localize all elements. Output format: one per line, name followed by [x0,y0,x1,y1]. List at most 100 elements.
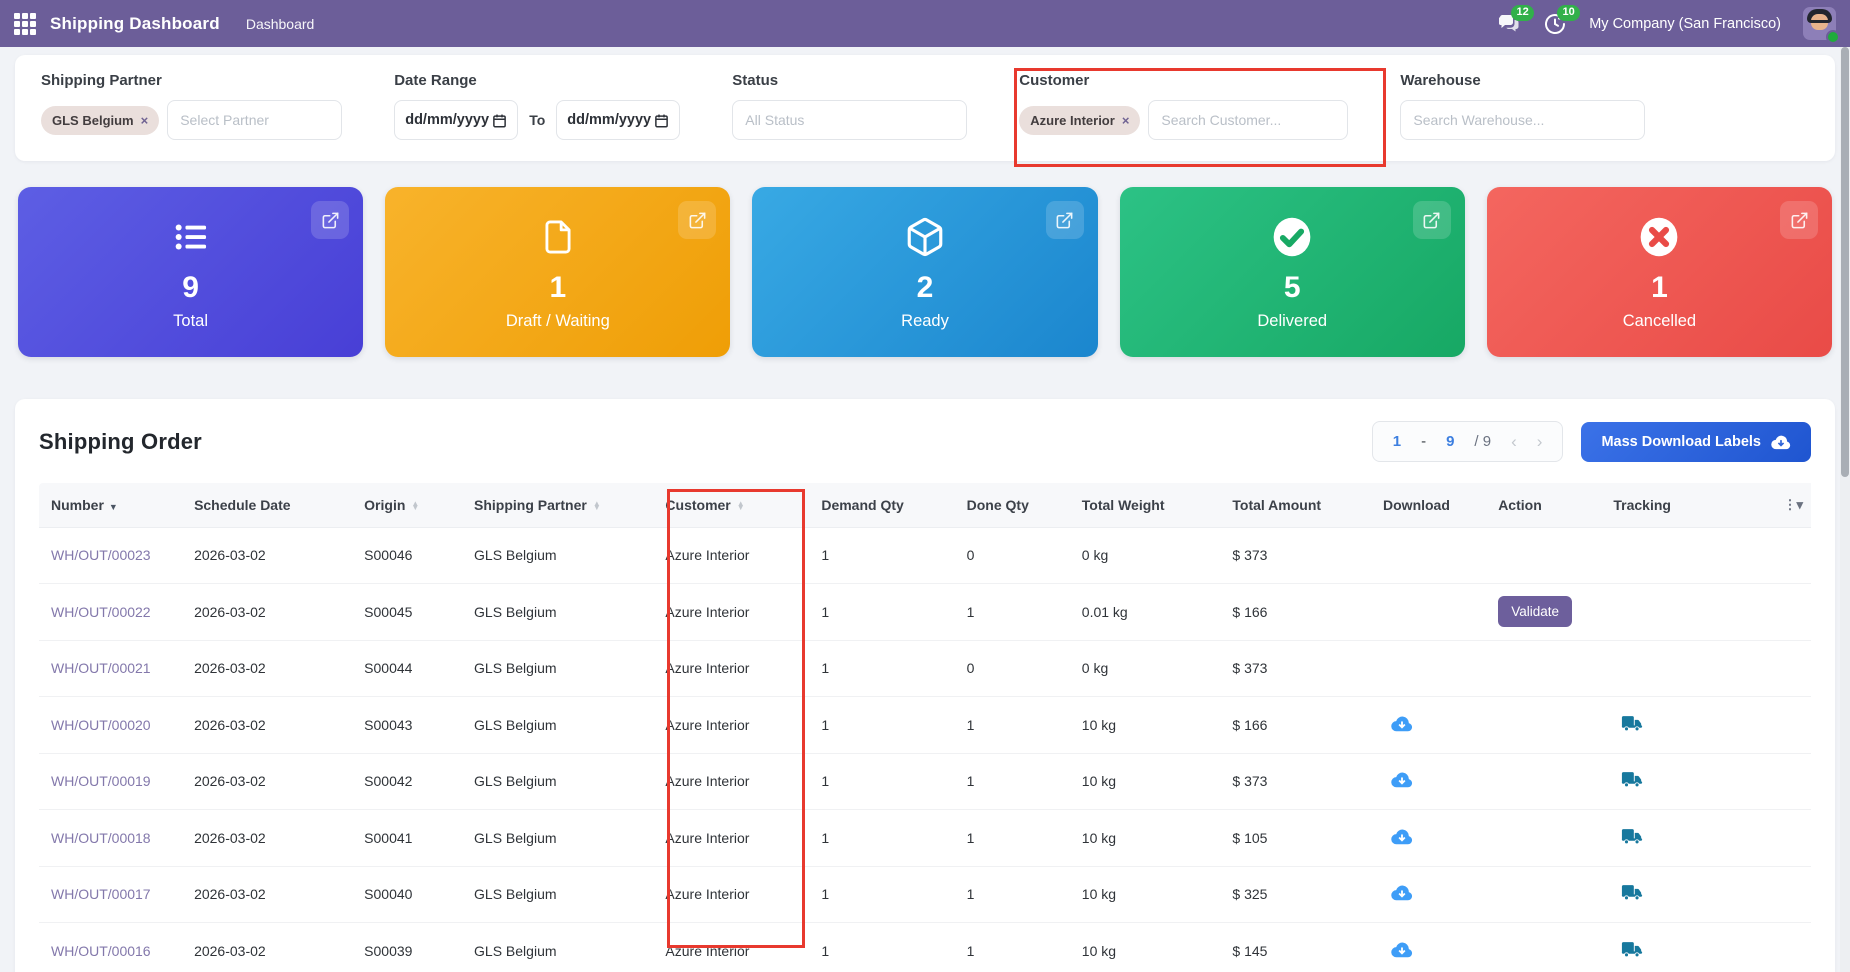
truck-icon[interactable] [1621,828,1643,848]
download-cell [1375,584,1490,641]
truck-icon[interactable] [1621,771,1643,791]
messages-icon[interactable]: 12 [1497,12,1521,36]
shipping-orders-section: Shipping Order 1 - 9 / 9 ‹ › Mass Downlo… [15,399,1835,972]
column-options-icon[interactable]: ⋮▾ [1726,483,1811,527]
prev-page-icon[interactable]: ‹ [1511,433,1517,450]
warehouse-label: Warehouse [1400,72,1645,89]
cloud-download-icon[interactable] [1391,715,1413,735]
demand-qty-cell: 1 [813,584,958,641]
order-number-link[interactable]: WH/OUT/00017 [51,886,151,902]
open-external-button[interactable] [1780,201,1818,239]
order-number-link[interactable]: WH/OUT/00016 [51,943,151,959]
stat-card-total[interactable]: 9 Total [18,187,363,357]
customer-input[interactable] [1148,100,1348,140]
stat-card-delivered[interactable]: 5 Delivered [1120,187,1465,357]
remove-tag-icon[interactable]: × [1122,113,1130,128]
date-from-input[interactable]: dd/mm/yyyy [394,100,518,140]
col-shipping-partner[interactable]: Shipping Partner▲▼ [466,483,657,527]
table-row: WH/OUT/00022 2026-03-02 S00045 GLS Belgi… [39,584,1811,641]
demand-qty-cell: 1 [813,866,958,923]
schedule-date-cell: 2026-03-02 [186,697,356,754]
avatar[interactable] [1803,7,1836,40]
company-switcher[interactable]: My Company (San Francisco) [1589,16,1781,32]
open-external-button[interactable] [1413,201,1451,239]
col-origin[interactable]: Origin▲▼ [356,483,466,527]
cloud-download-icon[interactable] [1391,941,1413,961]
order-number-link[interactable]: WH/OUT/00020 [51,717,151,733]
validate-button[interactable]: Validate [1498,596,1572,627]
cloud-download-icon[interactable] [1391,771,1413,791]
mass-download-labels-button[interactable]: Mass Download Labels [1581,422,1811,462]
order-number-link[interactable]: WH/OUT/00021 [51,660,151,676]
app-title[interactable]: Shipping Dashboard [50,14,220,34]
total-amount-cell: $ 373 [1224,527,1375,584]
external-link-icon [1422,211,1441,230]
remove-tag-icon[interactable]: × [141,113,149,128]
page-dash: - [1421,433,1426,450]
orders-table-body: WH/OUT/00023 2026-03-02 S00046 GLS Belgi… [39,527,1811,972]
truck-icon[interactable] [1621,941,1643,961]
shipping-partner-cell: GLS Belgium [466,697,657,754]
customer-tag[interactable]: Azure Interior × [1019,106,1140,135]
col-customer[interactable]: Customer▲▼ [657,483,813,527]
tag-label: Azure Interior [1030,113,1115,128]
open-external-button[interactable] [678,201,716,239]
total-amount-cell: $ 325 [1224,866,1375,923]
warehouse-input[interactable] [1400,100,1645,140]
external-link-icon [1790,211,1809,230]
tracking-cell [1605,584,1725,641]
apps-grid-icon[interactable] [14,13,36,35]
table-row: WH/OUT/00017 2026-03-02 S00040 GLS Belgi… [39,866,1811,923]
col-schedule-date: Schedule Date [186,483,356,527]
list-icon [169,218,213,256]
open-external-button[interactable] [311,201,349,239]
schedule-date-cell: 2026-03-02 [186,810,356,867]
total-amount-cell: $ 373 [1224,753,1375,810]
stat-value: 9 [18,271,363,305]
stat-card-draft-waiting[interactable]: 1 Draft / Waiting [385,187,730,357]
cloud-download-icon[interactable] [1391,884,1413,904]
done-qty-cell: 0 [959,527,1074,584]
total-weight-cell: 0 kg [1074,640,1225,697]
scrollbar-thumb[interactable] [1841,47,1849,477]
origin-cell: S00041 [356,810,466,867]
next-page-icon[interactable]: › [1537,433,1543,450]
sort-icon: ▲▼ [737,502,745,511]
order-number-link[interactable]: WH/OUT/00023 [51,547,151,563]
shipping-partner-cell: GLS Belgium [466,866,657,923]
truck-icon[interactable] [1621,715,1643,735]
origin-cell: S00044 [356,640,466,697]
schedule-date-cell: 2026-03-02 [186,527,356,584]
total-weight-cell: 10 kg [1074,923,1225,972]
menu-dashboard[interactable]: Dashboard [246,16,315,32]
tracking-cell [1605,753,1725,810]
date-to-input[interactable]: dd/mm/yyyy [556,100,680,140]
stat-card-ready[interactable]: 2 Ready [752,187,1097,357]
col-number[interactable]: Number▼ [39,483,186,527]
external-link-icon [1055,211,1074,230]
table-row: WH/OUT/00018 2026-03-02 S00041 GLS Belgi… [39,810,1811,867]
stat-card-cancelled[interactable]: 1 Cancelled [1487,187,1832,357]
table-row: WH/OUT/00016 2026-03-02 S00039 GLS Belgi… [39,923,1811,972]
stat-value: 1 [1487,271,1832,305]
page-end: 9 [1446,433,1454,450]
total-weight-cell: 10 kg [1074,753,1225,810]
date-to-label: To [526,112,548,128]
shipping-partner-tag[interactable]: GLS Belgium × [41,106,159,135]
status-input[interactable] [732,100,967,140]
top-navbar: Shipping Dashboard Dashboard 12 10 My Co… [0,0,1850,47]
page-scrollbar[interactable] [1840,47,1850,972]
done-qty-cell: 1 [959,810,1074,867]
customer-cell: Azure Interior [657,810,813,867]
filter-date-range: Date Range dd/mm/yyyy To dd/mm/yyyy [394,72,680,140]
cloud-download-icon[interactable] [1391,828,1413,848]
shipping-partner-input[interactable] [167,100,342,140]
open-external-button[interactable] [1046,201,1084,239]
activities-icon[interactable]: 10 [1543,12,1567,36]
tracking-cell [1605,810,1725,867]
order-number-link[interactable]: WH/OUT/00019 [51,773,151,789]
order-number-link[interactable]: WH/OUT/00022 [51,604,151,620]
done-qty-cell: 1 [959,866,1074,923]
truck-icon[interactable] [1621,884,1643,904]
order-number-link[interactable]: WH/OUT/00018 [51,830,151,846]
